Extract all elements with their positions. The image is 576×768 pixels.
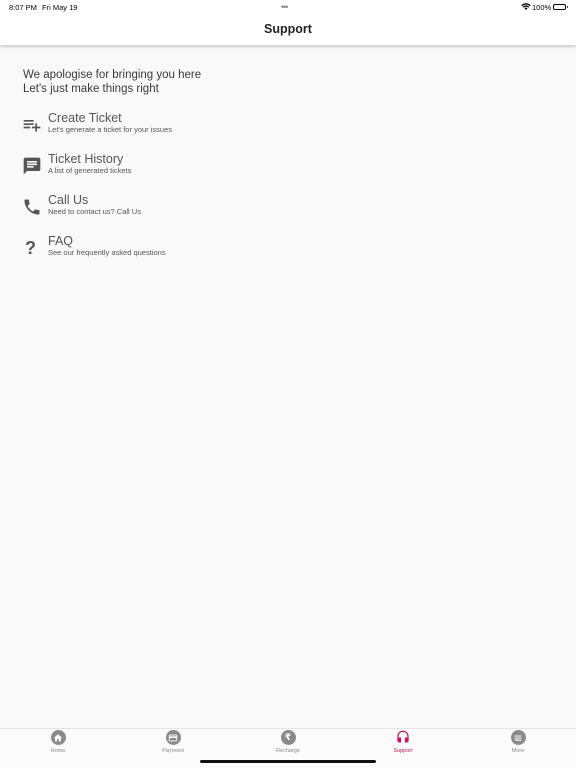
intro-message: We apologise for bringing you here Let's…	[23, 68, 201, 96]
playlist-add-icon	[22, 115, 42, 135]
app-header: Support	[0, 14, 576, 45]
create-ticket-title: Create Ticket	[48, 111, 122, 125]
multitasking-dots[interactable]: •••	[281, 2, 289, 12]
card-icon	[165, 730, 181, 745]
tab-support[interactable]: Support	[373, 730, 433, 758]
faq-subtitle: See our frequently asked questions	[48, 248, 166, 257]
menu-icon	[510, 730, 526, 745]
ticket-history-title: Ticket History	[48, 152, 124, 166]
tab-home[interactable]: Home	[28, 730, 88, 758]
tab-home-label: Home	[50, 748, 66, 754]
home-icon	[50, 730, 66, 745]
battery-percentage: 100%	[532, 3, 552, 12]
create-ticket-item[interactable]: Create Ticket Let's generate a ticket fo…	[22, 111, 322, 141]
tab-payment-label: Payment	[162, 748, 184, 754]
faq-title: FAQ	[48, 234, 74, 248]
call-us-item[interactable]: Call Us Need to contact us? Call Us	[22, 193, 322, 223]
call-us-subtitle: Need to contact us? Call Us	[48, 207, 141, 216]
tab-recharge-label: Recharge	[276, 748, 300, 754]
question-mark-icon: ?	[25, 238, 36, 258]
tab-recharge[interactable]: ₹ Recharge	[258, 730, 318, 758]
wifi-icon	[521, 2, 531, 11]
status-bar: 8:07 PM Fri May 19 ••• 100%	[0, 0, 576, 14]
chat-message-icon	[22, 156, 42, 176]
tab-more-label: More	[511, 748, 525, 754]
tab-more[interactable]: More	[488, 730, 548, 758]
status-time: 8:07 PM	[9, 3, 37, 12]
call-us-title: Call Us	[48, 193, 89, 207]
phone-icon	[22, 197, 42, 217]
battery-icon	[553, 4, 568, 10]
intro-line-2: Let's just make things right	[23, 83, 159, 95]
tab-support-label: Support	[393, 748, 413, 754]
ticket-history-item[interactable]: Ticket History A list of generated ticke…	[22, 152, 322, 182]
ticket-history-subtitle: A list of generated tickets	[48, 166, 132, 175]
rupee-icon: ₹	[280, 730, 296, 745]
page-title: Support	[264, 22, 312, 36]
tab-payment[interactable]: Payment	[143, 730, 203, 758]
headphones-icon	[395, 730, 411, 745]
home-indicator[interactable]	[200, 760, 376, 763]
status-date: Fri May 19	[42, 3, 78, 12]
faq-item[interactable]: ? FAQ See our frequently asked questions	[22, 234, 322, 264]
create-ticket-subtitle: Let's generate a ticket for your issues	[48, 125, 172, 134]
intro-line-1: We apologise for bringing you here	[23, 69, 202, 81]
